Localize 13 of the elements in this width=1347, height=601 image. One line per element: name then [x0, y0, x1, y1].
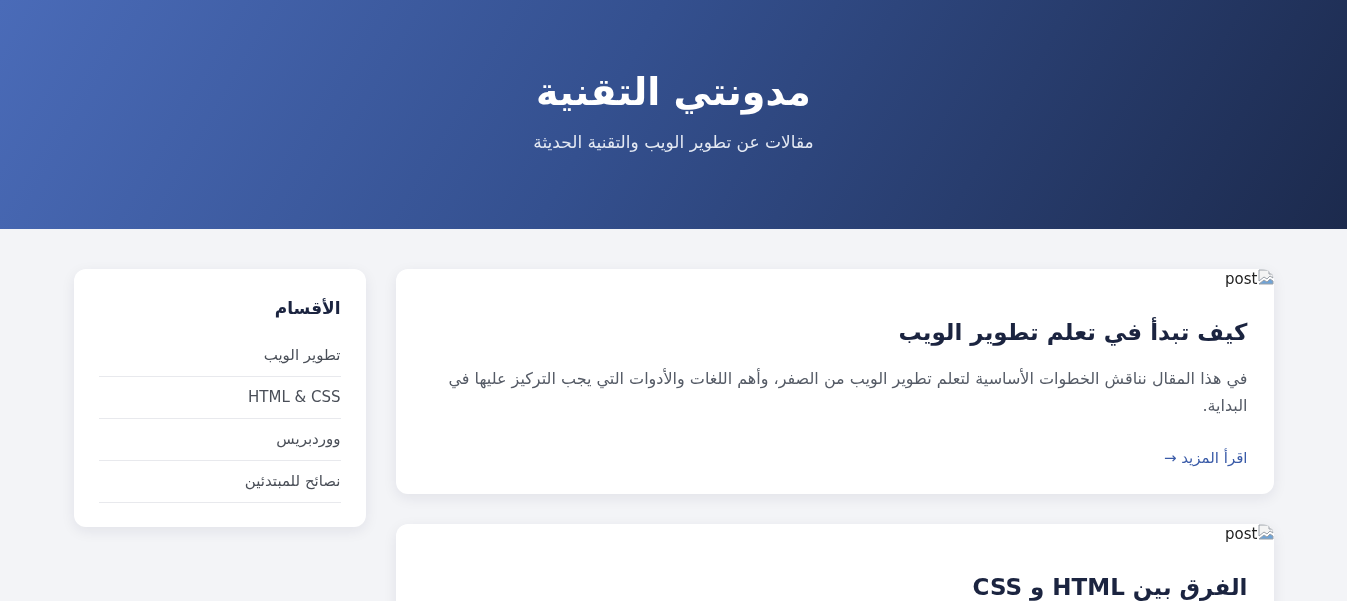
- broken-image: post: [1225, 269, 1274, 289]
- post-excerpt: في هذا المقال نناقش الخطوات الأساسية لتعلم تطوير الويب من الصفر، وأهم اللغات والأدوات التي يجب التركيز عليها في البداية.: [447, 367, 1248, 417]
- blog-subtitle: مقالات عن تطوير الويب والتقنية الحديثة: [533, 131, 814, 154]
- post-title: الفرق بين HTML و CSS: [971, 573, 1248, 601]
- categories-title: الأقسام: [273, 297, 341, 320]
- category-link[interactable]: ووردبريس: [276, 427, 341, 452]
- broken-image: post: [1225, 524, 1274, 544]
- category-link[interactable]: HTML & CSS: [248, 385, 341, 410]
- blog-title: مدونتي التقنية: [536, 69, 811, 117]
- category-link[interactable]: نصائح للمبتدئين: [244, 469, 341, 494]
- category-link[interactable]: تطوير الويب: [263, 343, 341, 368]
- post-title: كيف تبدأ في تعلم تطوير الويب: [897, 316, 1248, 348]
- read-more-link[interactable]: اقرأ المزيد →: [1163, 446, 1248, 470]
